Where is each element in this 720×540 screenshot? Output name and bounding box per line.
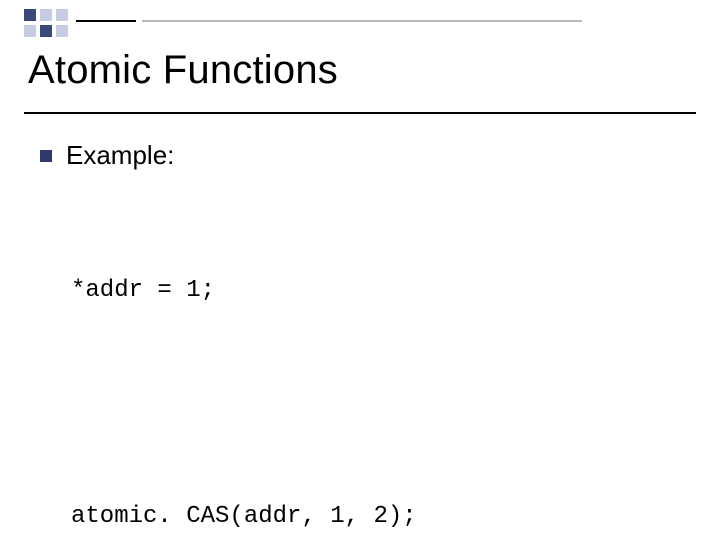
square-icon bbox=[56, 25, 68, 37]
code-block: *addr = 1; atomic. CAS(addr, 1, 2); atom… bbox=[68, 197, 680, 540]
square-icon bbox=[56, 9, 68, 21]
bullet-item: Example: bbox=[40, 140, 680, 171]
code-text: *addr = 1; bbox=[68, 271, 218, 310]
bullet-marker-icon bbox=[40, 150, 52, 162]
code-line: *addr = 1; bbox=[68, 271, 680, 310]
decorative-line bbox=[76, 20, 136, 22]
code-line: atomic. CAS(addr, 1, 2); bbox=[68, 497, 680, 536]
square-icon bbox=[24, 9, 36, 21]
square-icon bbox=[40, 25, 52, 37]
code-text: atomic. CAS(addr, 1, 2); bbox=[68, 497, 420, 536]
title-underline bbox=[24, 112, 696, 114]
decorative-line bbox=[142, 20, 582, 22]
slide-title: Atomic Functions bbox=[28, 48, 338, 93]
decorative-squares bbox=[24, 9, 68, 37]
square-icon bbox=[24, 25, 36, 37]
slide: Atomic Functions Example: *addr = 1; ato… bbox=[0, 0, 720, 540]
bullet-text: Example: bbox=[66, 140, 174, 171]
code-blank-line bbox=[68, 385, 680, 422]
decorative-header-bar bbox=[24, 14, 696, 32]
square-icon bbox=[40, 9, 52, 21]
slide-body: Example: *addr = 1; atomic. CAS(addr, 1,… bbox=[40, 140, 680, 540]
